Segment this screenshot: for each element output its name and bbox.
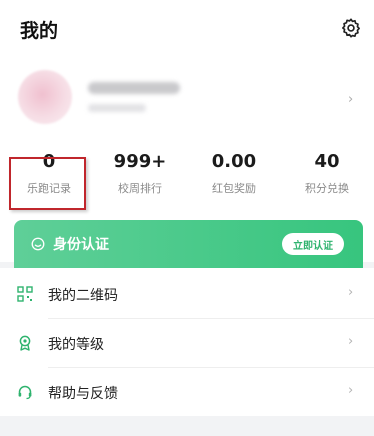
verify-now-button[interactable]: 立即认证 [282, 233, 344, 255]
chevron-right-icon: › [348, 383, 354, 398]
stat-label: 校周排行 [118, 182, 162, 195]
stat-value: 0.00 [211, 151, 257, 172]
menu-item-my-level[interactable]: 我的等级 › [0, 319, 374, 367]
identity-verify-banner[interactable]: 身份认证 立即认证 [14, 220, 363, 268]
identity-verify-title: 身份认证 [53, 237, 109, 253]
menu-item-help-feedback[interactable]: 帮助与反馈 › [0, 368, 374, 416]
menu-item-label: 我的二维码 [48, 288, 118, 304]
menu-item-label: 我的等级 [48, 337, 104, 353]
menu-item-qr-code[interactable]: 我的二维码 › [0, 270, 374, 318]
qr-code-icon [17, 286, 33, 302]
gear-icon[interactable] [340, 17, 362, 39]
stat-value: 999+ [113, 151, 167, 172]
chevron-right-icon: › [348, 285, 354, 300]
stat-label: 积分兑换 [305, 182, 349, 195]
stat-weekly-rank[interactable]: 999+ 校周排行 [98, 150, 182, 196]
menu-item-label: 帮助与反馈 [48, 386, 118, 402]
stat-points-exchange[interactable]: 40 积分兑换 [285, 150, 369, 196]
stat-value: 40 [314, 151, 340, 172]
medal-icon [19, 335, 31, 351]
user-subtitle-blurred [88, 104, 146, 112]
highlight-annotation-box [9, 157, 86, 210]
headset-icon [18, 385, 32, 400]
stat-red-packet[interactable]: 0.00 红包奖励 [192, 150, 276, 196]
profile-chevron-icon[interactable]: › [348, 92, 353, 107]
menu-list: 我的二维码 › 我的等级 › 帮助与反馈 › [0, 268, 374, 416]
chevron-right-icon: › [348, 334, 354, 349]
page-title: 我的 [20, 20, 59, 42]
avatar[interactable] [18, 70, 72, 124]
stat-label: 红包奖励 [212, 182, 256, 195]
smile-icon [31, 237, 45, 251]
user-name-blurred [88, 82, 180, 94]
